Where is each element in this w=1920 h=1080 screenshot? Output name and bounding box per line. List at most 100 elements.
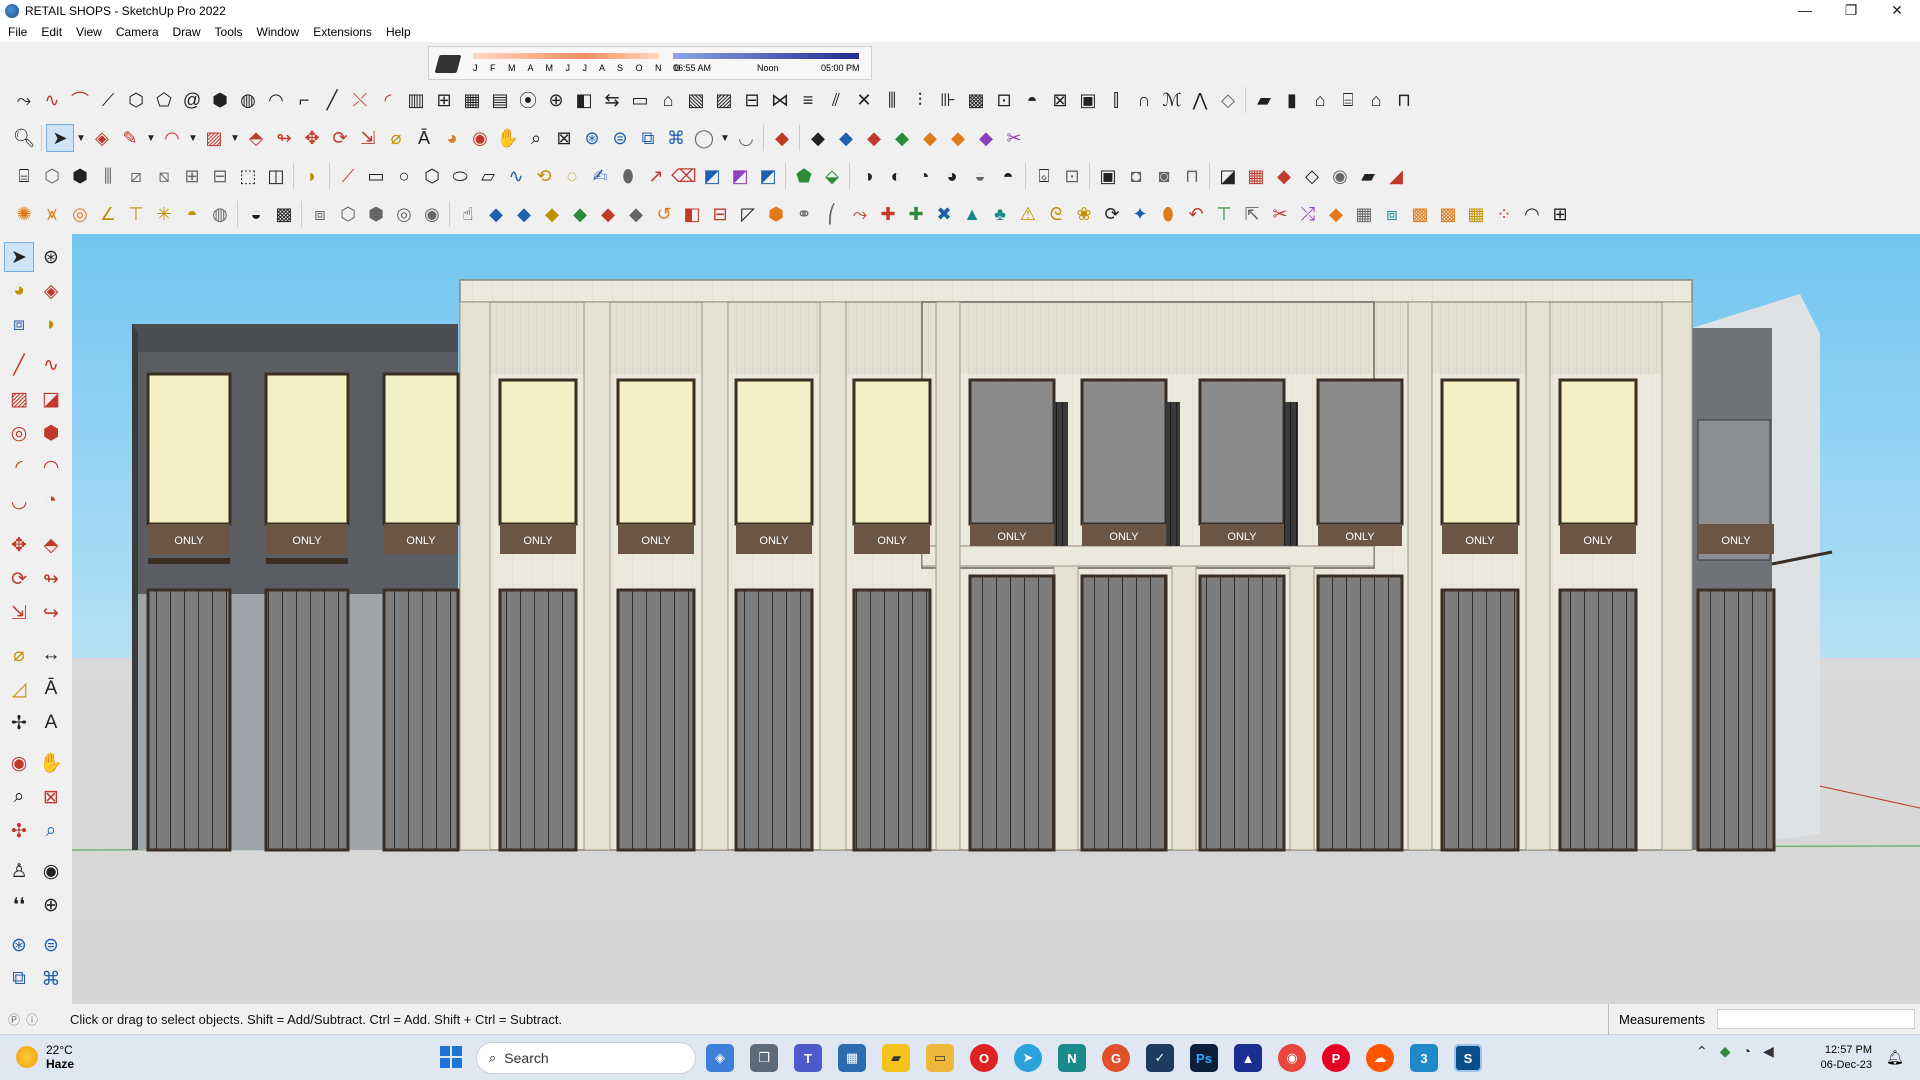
home-icon[interactable]: ⌂ [1306, 86, 1334, 114]
scene-add-icon[interactable]: ◘ [1122, 162, 1150, 190]
cube-solid-icon[interactable]: ⬢ [362, 200, 390, 228]
grid-alt-icon[interactable]: ▦ [1350, 200, 1378, 228]
helix-tool-icon[interactable]: ⦿ [514, 86, 542, 114]
scene-icon[interactable]: ▣ [1094, 162, 1122, 190]
chevron-down-icon[interactable]: ▼ [228, 124, 242, 152]
menu-tools[interactable]: Tools [215, 25, 243, 39]
protractor-icon[interactable]: ⩙ [38, 200, 66, 228]
share-model-icon[interactable]: ⊜ [606, 124, 634, 152]
fredo-icon[interactable]: ✂ [1000, 124, 1028, 152]
arc-tool-icon[interactable]: ◜ [374, 86, 402, 114]
ruler-icon[interactable]: ⟋ [334, 162, 362, 190]
panel-tool-icon[interactable]: ◧ [570, 86, 598, 114]
crate-icon[interactable]: ▩ [1406, 200, 1434, 228]
menu-draw[interactable]: Draw [173, 25, 201, 39]
loft-tool-icon[interactable]: ◠ [262, 86, 290, 114]
calculator-app-icon[interactable]: ▦ [838, 1044, 866, 1072]
follow-me-icon[interactable]: ↬ [270, 124, 298, 152]
export-icon[interactable]: ◢ [1382, 162, 1410, 190]
blue-cross-icon[interactable]: ✖ [930, 200, 958, 228]
share-icon[interactable]: ⊜ [36, 930, 66, 960]
maximize-button[interactable]: ❐ [1828, 0, 1874, 22]
twist-icon[interactable]: ⤮ [1294, 200, 1322, 228]
spline-icon[interactable]: ⤳ [846, 200, 874, 228]
zoom-extents-icon[interactable]: ✣ [4, 816, 34, 846]
eraser-alt-icon[interactable]: ⌫ [670, 162, 698, 190]
file-explorer-icon[interactable]: ▭ [926, 1044, 954, 1072]
solid-tools-icon[interactable]: ◆ [972, 124, 1000, 152]
chevron-down-icon[interactable]: ▼ [718, 124, 732, 152]
sticky-notes-icon[interactable]: ▰ [882, 1044, 910, 1072]
fillet-tool-icon[interactable]: ⌒ [66, 86, 94, 114]
tape-measure-icon[interactable]: ⌀ [4, 640, 34, 670]
hatch-tool-icon[interactable]: ▧ [682, 86, 710, 114]
section-plane-icon[interactable]: ⊕ [36, 890, 66, 920]
gem-tool-icon[interactable]: ◇ [1214, 86, 1242, 114]
group-icon[interactable]: ⬙ [818, 162, 846, 190]
pan-icon[interactable]: ✋ [36, 748, 66, 778]
monochrome-icon[interactable]: ⊡ [1058, 162, 1086, 190]
chevron-down-icon[interactable]: ▼ [74, 124, 88, 152]
extensions-icon[interactable]: ⌘ [36, 964, 66, 994]
shingle-tool-icon[interactable]: ⋀ [1186, 86, 1214, 114]
solid-union-icon[interactable]: ◆ [768, 124, 796, 152]
loop-icon[interactable]: ⟲ [530, 162, 558, 190]
model-viewport[interactable]: ONLY ONLY ONLY ONLY ONLY ONLY ONLY ONLY … [72, 234, 1920, 1004]
wireframe-icon[interactable]: ◔ [910, 162, 938, 190]
parallelogram-icon[interactable]: ▱ [474, 162, 502, 190]
bezier-tool-icon[interactable]: ∿ [38, 86, 66, 114]
gray-slab-icon[interactable]: ◆ [622, 200, 650, 228]
curve-alt-icon[interactable]: ⎛ [818, 200, 846, 228]
outer-shell-icon[interactable]: ◆ [944, 124, 972, 152]
scale-icon[interactable]: ⇲ [4, 598, 34, 628]
green-cross-icon[interactable]: ✚ [902, 200, 930, 228]
circle-icon[interactable]: ◎ [4, 418, 34, 448]
intersect-icon[interactable]: ◆ [804, 124, 832, 152]
look-around-icon[interactable]: ◉ [36, 856, 66, 886]
light-icon[interactable]: ◉ [1326, 162, 1354, 190]
material-icon[interactable]: ◪ [1214, 162, 1242, 190]
menu-window[interactable]: Window [257, 25, 300, 39]
opera-browser-icon[interactable]: O [970, 1044, 998, 1072]
grid-select-icon[interactable]: ⊞ [1546, 200, 1574, 228]
purlin-tool-icon[interactable]: ⫶ [906, 86, 934, 114]
chrome-app-icon[interactable]: ◉ [1278, 1044, 1306, 1072]
month-slider[interactable] [473, 53, 659, 59]
arch-tool-icon[interactable]: ∩ [1130, 86, 1158, 114]
trim-tool-icon[interactable]: ⊡ [990, 86, 1018, 114]
pan-tool-icon[interactable]: ✋ [494, 124, 522, 152]
axes-icon[interactable]: ⊤ [122, 200, 150, 228]
render-settings-icon[interactable]: ◇ [1298, 162, 1326, 190]
chevron-down-icon[interactable]: ▼ [144, 124, 158, 152]
widgets-app-icon[interactable]: ◈ [706, 1044, 734, 1072]
dome-tool-icon[interactable]: ◓ [1018, 86, 1046, 114]
top-view-icon[interactable]: ⬢ [66, 162, 94, 190]
cube-wire-icon[interactable]: ⧈ [306, 200, 334, 228]
polygon-tool-icon[interactable]: ⬡ [122, 86, 150, 114]
freehand-icon[interactable]: ∿ [36, 350, 66, 380]
beam-tool-icon[interactable]: ≡ [794, 86, 822, 114]
extend-tool-icon[interactable]: ⟋ [94, 86, 122, 114]
blob-icon[interactable]: ⬮ [614, 162, 642, 190]
dome-shape-icon[interactable]: ◓ [178, 200, 206, 228]
union-icon[interactable]: ◆ [832, 124, 860, 152]
wall-tool-icon[interactable]: ▨ [710, 86, 738, 114]
box-icon[interactable]: ⬢ [762, 200, 790, 228]
angle-icon[interactable]: ∠ [94, 200, 122, 228]
menu-file[interactable]: File [8, 25, 27, 39]
ball-icon[interactable]: ◎ [390, 200, 418, 228]
shape-tool-icon[interactable]: ⬠ [150, 86, 178, 114]
sphere-tool-icon[interactable]: ◍ [234, 86, 262, 114]
sparkle-icon[interactable]: ✦ [1126, 200, 1154, 228]
position-camera-icon[interactable]: ♙ [4, 856, 34, 886]
rotate-icon[interactable]: ⟳ [4, 564, 34, 594]
lattice-tool-icon[interactable]: ⊕ [542, 86, 570, 114]
three-point-arc-icon[interactable]: ◡ [4, 486, 34, 516]
freehand-icon[interactable]: ✍ [586, 162, 614, 190]
protractor-icon[interactable]: ◿ [4, 674, 34, 704]
start-button[interactable] [440, 1046, 462, 1068]
warehouse-icon[interactable]: ▰ [1250, 86, 1278, 114]
textured-icon[interactable]: ◓ [994, 162, 1022, 190]
grammarly-app-icon[interactable]: G [1102, 1044, 1130, 1072]
render-icon[interactable]: ◆ [1270, 162, 1298, 190]
